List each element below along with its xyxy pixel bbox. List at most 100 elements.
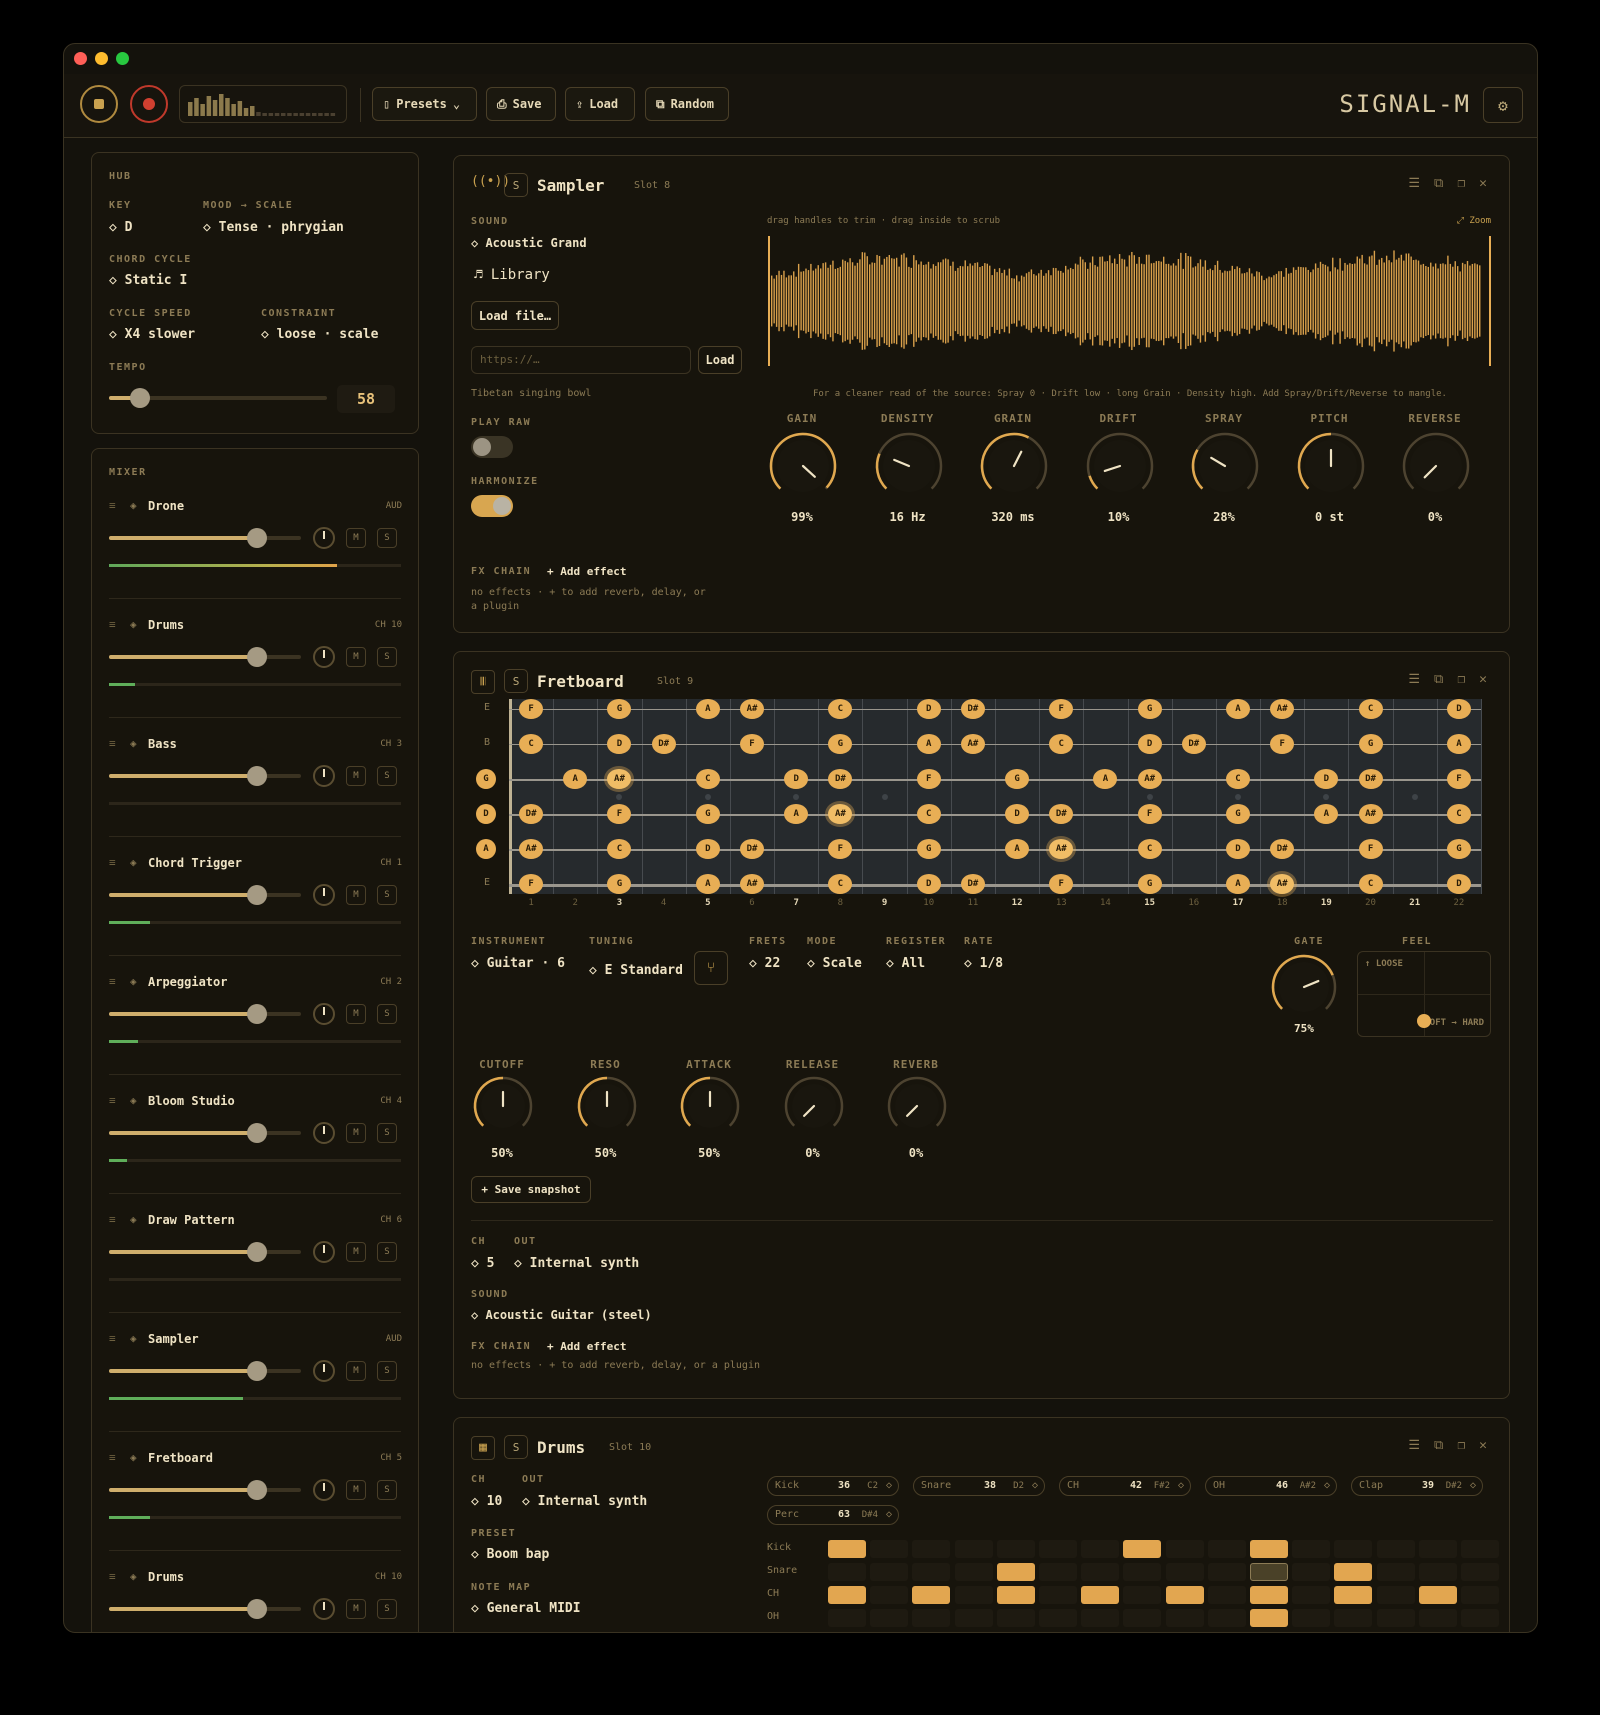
chord-cycle-select[interactable]: ◇ Static I	[109, 273, 187, 288]
fret-note[interactable]: G	[1005, 769, 1030, 789]
fret-note[interactable]: D	[1226, 839, 1250, 859]
add-effect-button[interactable]: + Add effect	[547, 1340, 626, 1353]
sampler-knob[interactable]	[1189, 430, 1261, 502]
drum-step[interactable]	[912, 1586, 951, 1604]
volume-slider[interactable]	[109, 885, 301, 905]
drum-step[interactable]	[1250, 1586, 1288, 1604]
fret-note[interactable]: D#	[740, 839, 764, 859]
drum-step[interactable]	[1039, 1540, 1077, 1558]
drum-step[interactable]	[828, 1540, 866, 1558]
copy-icon[interactable]: ❐	[1457, 672, 1465, 687]
url-input[interactable]: https://…	[471, 346, 691, 374]
fret-note[interactable]: G	[1137, 699, 1162, 719]
solo-button[interactable]: S	[377, 1599, 397, 1619]
drum-step[interactable]	[1334, 1586, 1373, 1604]
drums-ch-select[interactable]: ◇ 10	[471, 1494, 502, 1509]
mute-button[interactable]: M	[346, 1480, 366, 1500]
drum-step[interactable]	[912, 1609, 951, 1627]
drums-out-select[interactable]: ◇ Internal synth	[522, 1494, 647, 1509]
drum-step[interactable]	[828, 1586, 866, 1604]
volume-thumb[interactable]	[246, 528, 267, 548]
fret-note[interactable]: D	[916, 699, 941, 719]
drum-step[interactable]	[1376, 1563, 1415, 1581]
volume-slider[interactable]	[109, 1361, 301, 1381]
load-button[interactable]: ⇪ Load	[565, 87, 635, 121]
url-load-button[interactable]: Load	[698, 346, 742, 374]
pan-knob[interactable]	[313, 1003, 335, 1025]
volume-thumb[interactable]	[246, 1004, 267, 1024]
volume-slider[interactable]	[109, 1480, 301, 1500]
volume-slider[interactable]	[109, 1123, 301, 1143]
gate-knob[interactable]	[1269, 952, 1339, 1022]
drum-note-chip[interactable]: Clap 39 D#2 ◇	[1351, 1476, 1483, 1496]
drag-handle-icon[interactable]: ≡	[109, 499, 116, 512]
tempo-thumb[interactable]	[129, 388, 150, 408]
rate-select[interactable]: ◇ 1/8	[964, 956, 1003, 971]
solo-button[interactable]: S	[377, 1480, 397, 1500]
menu-icon[interactable]: ☰	[1408, 672, 1420, 687]
drum-step[interactable]	[1292, 1586, 1331, 1604]
fret-sound-select[interactable]: ◇ Acoustic Guitar (steel)	[471, 1308, 652, 1322]
volume-slider[interactable]	[109, 647, 301, 667]
volume-thumb[interactable]	[246, 647, 267, 667]
fret-note[interactable]: D	[1446, 699, 1471, 719]
pan-knob[interactable]	[313, 1241, 335, 1263]
volume-slider[interactable]	[109, 1242, 301, 1262]
fret-note[interactable]: C	[916, 804, 941, 824]
fret-note[interactable]: D#	[1181, 734, 1206, 754]
volume-thumb[interactable]	[246, 1361, 267, 1381]
pan-knob[interactable]	[313, 884, 335, 906]
volume-thumb[interactable]	[246, 1242, 267, 1262]
volume-thumb[interactable]	[246, 1123, 267, 1143]
string-root-badge[interactable]: D	[476, 804, 496, 824]
solo-button[interactable]: S	[377, 528, 397, 548]
trim-start-handle[interactable]	[768, 236, 770, 366]
random-button[interactable]: ⧉ Random	[645, 87, 729, 121]
drag-handle-icon[interactable]: ≡	[109, 1094, 116, 1107]
drum-step[interactable]	[996, 1540, 1035, 1558]
pan-knob[interactable]	[313, 527, 335, 549]
drum-step[interactable]	[1207, 1563, 1246, 1581]
mute-button[interactable]: M	[346, 1004, 366, 1024]
fret-note[interactable]: F	[740, 734, 764, 754]
drum-step[interactable]	[1039, 1609, 1077, 1627]
fret-note[interactable]: G	[1226, 804, 1250, 824]
fret-note[interactable]: C	[1358, 874, 1383, 894]
pan-knob[interactable]	[313, 1479, 335, 1501]
note-map-select[interactable]: ◇ General MIDI	[471, 1601, 581, 1616]
drum-step[interactable]	[1418, 1586, 1457, 1604]
sampler-knob[interactable]	[1400, 430, 1472, 502]
drum-note-chip[interactable]: Perc 63 D#4 ◇	[767, 1505, 899, 1525]
fret-note[interactable]: D	[784, 769, 809, 789]
fret-note[interactable]: F	[519, 874, 544, 894]
fret-knob[interactable]	[575, 1074, 639, 1138]
sampler-knob[interactable]	[978, 430, 1050, 502]
drum-step[interactable]	[1418, 1540, 1457, 1558]
preset-select[interactable]: ◇ Boom bap	[471, 1547, 549, 1562]
fret-note[interactable]: D	[1005, 804, 1030, 824]
feel-handle[interactable]	[1417, 1014, 1431, 1028]
duplicate-icon[interactable]: ⧉	[1434, 672, 1443, 687]
close-icon[interactable]: ✕	[1479, 672, 1487, 687]
fret-note[interactable]: A#	[740, 699, 764, 719]
drum-step[interactable]	[1123, 1609, 1162, 1627]
drum-step[interactable]	[1123, 1563, 1162, 1581]
fret-note[interactable]: G	[1446, 839, 1471, 859]
drum-step[interactable]	[1418, 1563, 1457, 1581]
sampler-knob[interactable]	[1084, 430, 1156, 502]
drum-step[interactable]	[1334, 1540, 1373, 1558]
fret-note[interactable]: F	[916, 769, 941, 789]
drum-step[interactable]	[828, 1609, 866, 1627]
drum-step[interactable]	[912, 1540, 951, 1558]
copy-icon[interactable]: ❐	[1457, 176, 1465, 191]
solo-button[interactable]: S	[377, 1123, 397, 1143]
fret-note[interactable]: D#	[1358, 769, 1383, 789]
mute-button[interactable]: M	[346, 1361, 366, 1381]
fret-note[interactable]: A#	[1270, 874, 1295, 894]
drum-step[interactable]	[1376, 1540, 1415, 1558]
duplicate-icon[interactable]: ⧉	[1434, 1438, 1443, 1453]
drum-step[interactable]	[1123, 1586, 1162, 1604]
drum-step[interactable]	[1376, 1609, 1415, 1627]
feel-pad[interactable]: ↑ LOOSE SOFT → HARD	[1357, 951, 1491, 1037]
solo-button[interactable]: S	[377, 1361, 397, 1381]
